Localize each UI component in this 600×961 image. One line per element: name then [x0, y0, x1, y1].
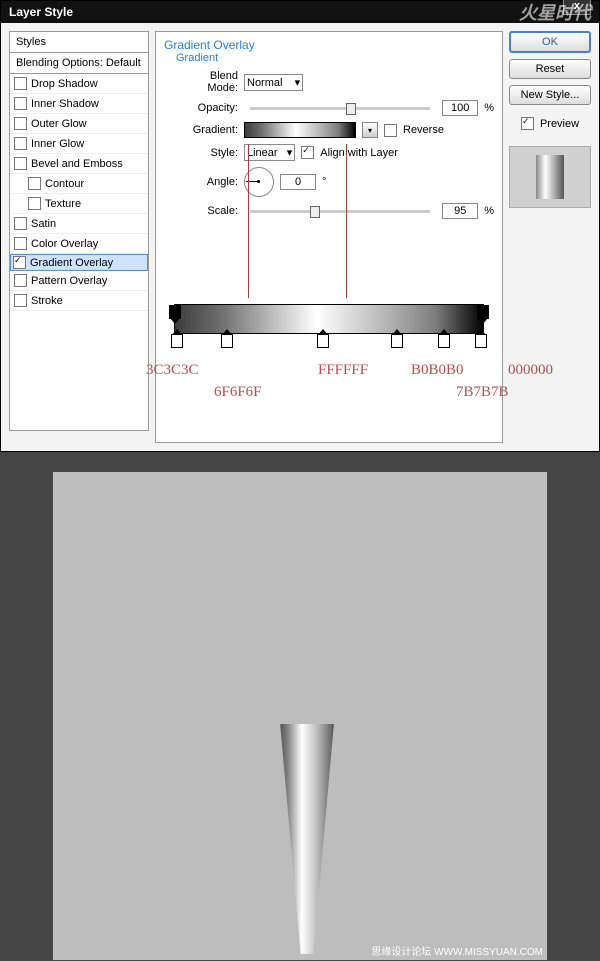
- hex-label: FFFFFF: [318, 362, 368, 379]
- opacity-input[interactable]: 100: [442, 100, 478, 116]
- style-checkbox[interactable]: [14, 117, 27, 130]
- blending-options[interactable]: Blending Options: Default: [10, 53, 148, 74]
- metal-shape: [275, 724, 339, 954]
- color-stop[interactable]: [221, 334, 233, 348]
- styles-header[interactable]: Styles: [10, 32, 148, 53]
- angle-label: Angle:: [178, 176, 238, 188]
- style-checkbox[interactable]: [28, 177, 41, 190]
- canvas-watermark: 思缘设计论坛 WWW.MISSYUAN.COM: [371, 943, 543, 958]
- style-checkbox[interactable]: [28, 197, 41, 210]
- scale-slider[interactable]: [250, 210, 430, 213]
- style-label: Pattern Overlay: [31, 275, 107, 287]
- pct-label: %: [484, 102, 494, 114]
- style-label: Outer Glow: [31, 118, 87, 130]
- color-stop[interactable]: [171, 334, 183, 348]
- deg-label: °: [322, 176, 326, 188]
- style-label: Satin: [31, 218, 56, 230]
- titlebar[interactable]: Layer Style x 火星时代: [1, 1, 599, 23]
- layer-style-dialog: Layer Style x 火星时代 Styles Blending Optio…: [0, 0, 600, 452]
- preview-checkbox[interactable]: [521, 117, 534, 130]
- gradient-track[interactable]: [174, 304, 484, 334]
- align-label: Align with Layer: [320, 147, 398, 159]
- align-checkbox[interactable]: [301, 146, 314, 159]
- style-item-stroke[interactable]: Stroke: [10, 291, 148, 311]
- ok-button[interactable]: OK: [509, 31, 591, 53]
- section-subtitle: Gradient: [176, 52, 494, 64]
- dialog-title: Layer Style: [9, 5, 73, 19]
- style-label: Style:: [178, 147, 238, 159]
- style-item-gradient-overlay[interactable]: Gradient Overlay: [10, 254, 148, 271]
- style-item-inner-glow[interactable]: Inner Glow: [10, 134, 148, 154]
- style-checkbox[interactable]: [14, 274, 27, 287]
- style-checkbox[interactable]: [14, 237, 27, 250]
- reverse-checkbox[interactable]: [384, 124, 397, 137]
- style-select[interactable]: Linear ▾: [244, 144, 295, 161]
- hex-label: B0B0B0: [411, 362, 464, 379]
- style-item-drop-shadow[interactable]: Drop Shadow: [10, 74, 148, 94]
- style-label: Texture: [45, 198, 81, 210]
- opacity-stop[interactable]: [477, 305, 489, 319]
- opacity-stop[interactable]: [169, 305, 181, 319]
- style-item-satin[interactable]: Satin: [10, 214, 148, 234]
- blend-mode-select[interactable]: Normal ▾: [244, 74, 303, 91]
- style-label: Inner Glow: [31, 138, 84, 150]
- style-checkbox[interactable]: [13, 256, 26, 269]
- style-label: Inner Shadow: [31, 98, 99, 110]
- color-stop[interactable]: [391, 334, 403, 348]
- reset-button[interactable]: Reset: [509, 59, 591, 79]
- style-label: Drop Shadow: [31, 78, 98, 90]
- color-stop[interactable]: [475, 334, 487, 348]
- hex-label: 7B7B7B: [456, 384, 509, 401]
- gradient-editor: [174, 304, 484, 334]
- opacity-slider[interactable]: [250, 107, 430, 110]
- blend-mode-label: Blend Mode:: [178, 70, 238, 94]
- buttons-panel: OK Reset New Style... Preview: [509, 31, 591, 443]
- style-checkbox[interactable]: [14, 294, 27, 307]
- opacity-label: Opacity:: [178, 102, 238, 114]
- style-checkbox[interactable]: [14, 157, 27, 170]
- color-stop[interactable]: [317, 334, 329, 348]
- style-item-texture[interactable]: Texture: [10, 194, 148, 214]
- gradient-dropdown[interactable]: ▾: [362, 122, 378, 138]
- angle-input[interactable]: 0: [280, 174, 316, 190]
- style-item-outer-glow[interactable]: Outer Glow: [10, 114, 148, 134]
- style-item-color-overlay[interactable]: Color Overlay: [10, 234, 148, 254]
- hex-label: 6F6F6F: [214, 384, 262, 401]
- style-item-pattern-overlay[interactable]: Pattern Overlay: [10, 271, 148, 291]
- gradient-label: Gradient:: [178, 124, 238, 136]
- settings-panel: Gradient Overlay Gradient Blend Mode: No…: [155, 31, 503, 443]
- styles-panel: Styles Blending Options: Default Drop Sh…: [9, 31, 149, 431]
- pct-label-2: %: [484, 205, 494, 217]
- style-label: Contour: [45, 178, 84, 190]
- new-style-button[interactable]: New Style...: [509, 85, 591, 105]
- color-stop[interactable]: [438, 334, 450, 348]
- scale-input[interactable]: 95: [442, 203, 478, 219]
- style-checkbox[interactable]: [14, 77, 27, 90]
- annotation-line: [248, 144, 249, 298]
- style-checkbox[interactable]: [14, 217, 27, 230]
- style-label: Stroke: [31, 295, 63, 307]
- scale-label: Scale:: [178, 205, 238, 217]
- watermark-logo: 火星时代: [519, 0, 591, 25]
- preview-label: Preview: [540, 118, 579, 130]
- preview-box: [509, 146, 591, 208]
- style-item-inner-shadow[interactable]: Inner Shadow: [10, 94, 148, 114]
- style-label: Color Overlay: [31, 238, 98, 250]
- style-item-bevel-and-emboss[interactable]: Bevel and Emboss: [10, 154, 148, 174]
- style-item-contour[interactable]: Contour: [10, 174, 148, 194]
- annotation-line: [346, 144, 347, 298]
- reverse-label: Reverse: [403, 124, 444, 136]
- gradient-swatch[interactable]: [244, 122, 356, 138]
- style-label: Gradient Overlay: [30, 257, 113, 269]
- style-label: Bevel and Emboss: [31, 158, 123, 170]
- hex-label: 3C3C3C: [146, 362, 199, 379]
- style-checkbox[interactable]: [14, 97, 27, 110]
- section-title: Gradient Overlay: [164, 38, 494, 52]
- style-checkbox[interactable]: [14, 137, 27, 150]
- canvas-preview: 思缘设计论坛 WWW.MISSYUAN.COM: [53, 472, 547, 960]
- preview-thumb: [536, 155, 564, 199]
- hex-label: 000000: [508, 362, 553, 379]
